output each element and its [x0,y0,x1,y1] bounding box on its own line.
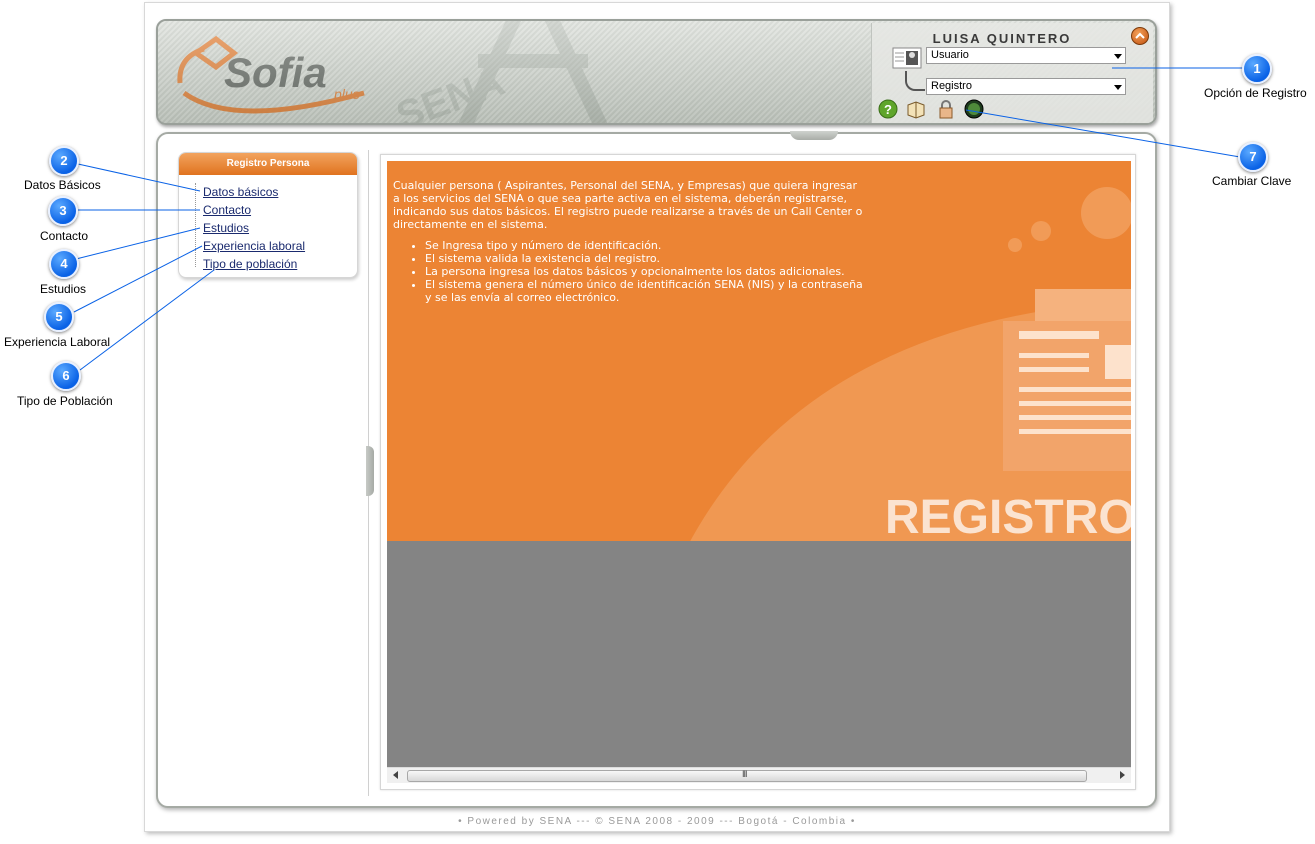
sofia-plus-logo: Sofia plus [174,33,394,117]
chevron-down-icon [1114,85,1122,90]
intro-paragraph: Cualquier persona ( Aspirantes, Personal… [393,179,863,231]
close-icon[interactable] [1131,27,1149,45]
sena-watermark-text: SENA [398,59,510,125]
module-select[interactable]: Registro [926,78,1126,95]
menu-item-tipo-poblacion[interactable]: Tipo de población [203,255,357,273]
content-empty-area [387,541,1131,767]
list-item: El sistema valida la existencia del regi… [425,252,863,265]
module-select-value: Registro [931,80,972,92]
banner-word: REGISTRO [885,491,1131,544]
collapse-sidebar-handle[interactable] [366,446,374,496]
globe-icon[interactable] [964,99,984,119]
scrollbar-thumb[interactable]: III [407,769,1087,782]
menu-list: Datos básicos Contacto Estudios Experien… [179,175,357,273]
change-password-icon[interactable] [936,99,956,119]
list-item: La persona ingresa los datos básicos y o… [425,265,863,278]
menu-title: Registro Persona [179,153,357,175]
logo-subtext: plus [333,86,360,102]
menu-item-estudios[interactable]: Estudios [203,219,357,237]
list-item: El sistema genera el número único de ide… [425,278,863,304]
user-profile-icon [892,47,922,71]
callout-1: 1 [1242,54,1272,84]
help-icon[interactable]: ? [878,99,898,119]
intro-text-block: Cualquier persona ( Aspirantes, Personal… [393,179,863,304]
menu-item-datos-basicos[interactable]: Datos básicos [203,183,357,201]
horizontal-scrollbar[interactable]: III [387,767,1131,783]
callout-label-1: Opción de Registro [1204,86,1307,100]
header: SENA Sofia plus LUISA QUINTERO Usuario R… [156,19,1157,125]
tree-connector [905,71,925,91]
callout-5: 5 [44,302,74,332]
role-select[interactable]: Usuario [926,47,1126,64]
body-frame: Registro Persona Datos básicos Contacto … [156,131,1157,808]
user-name: LUISA QUINTERO [932,31,1072,46]
callout-label-4: Estudios [40,282,87,296]
callout-4: 4 [49,249,79,279]
scroll-right-arrow-icon[interactable] [1120,771,1125,779]
callout-label-7: Cambiar Clave [1212,174,1292,188]
menu-item-contacto[interactable]: Contacto [203,201,357,219]
scroll-left-arrow-icon[interactable] [393,771,398,779]
registro-banner: REGISTRO Cualquier persona ( Aspirantes,… [387,161,1131,547]
steps-list: Se Ingresa tipo y número de identificaci… [393,239,863,304]
callout-label-2: Datos Básicos [24,178,101,192]
callout-label-3: Contacto [40,229,89,243]
callout-7: 7 [1238,142,1268,172]
callout-label-6: Tipo de Población [17,394,113,408]
collapse-header-handle[interactable] [790,131,838,140]
sena-watermark: SENA [398,21,608,125]
footer: • Powered by SENA --- © SENA 2008 - 2009… [458,816,856,827]
content-frame: REGISTRO Cualquier persona ( Aspirantes,… [380,154,1136,790]
callout-2: 2 [49,146,79,176]
callout-label-5: Experiencia Laboral [4,335,111,349]
scrollbar-grip: III [742,769,747,779]
callout-3: 3 [48,196,78,226]
callout-6: 6 [51,361,81,391]
logo-text: Sofia [224,49,327,96]
registro-persona-menu: Registro Persona Datos básicos Contacto … [178,152,358,278]
root: SENA Sofia plus LUISA QUINTERO Usuario R… [0,0,1315,844]
svg-text:?: ? [884,102,892,117]
chevron-down-icon [1114,54,1122,59]
role-select-value: Usuario [931,49,969,61]
menu-item-experiencia-laboral[interactable]: Experiencia laboral [203,237,357,255]
book-icon[interactable] [906,99,926,119]
list-item: Se Ingresa tipo y número de identificaci… [425,239,863,252]
user-panel: LUISA QUINTERO Usuario Registro ? [871,23,1153,123]
